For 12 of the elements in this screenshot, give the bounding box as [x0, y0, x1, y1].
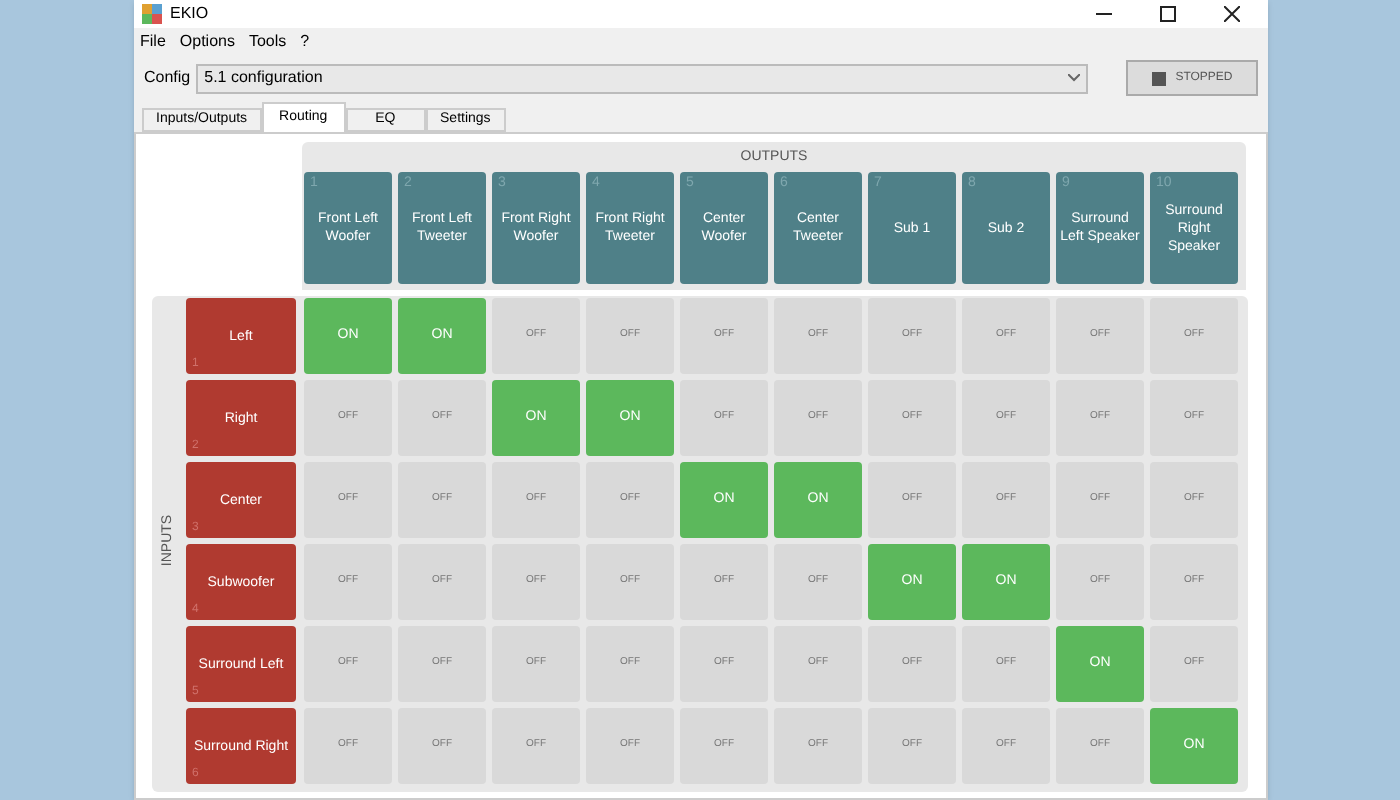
menu-item[interactable]: Tools [248, 29, 287, 53]
chevron-down-icon [1068, 74, 1081, 82]
app-logo-icon [142, 4, 162, 24]
menu-item[interactable]: File [140, 29, 166, 53]
close-icon [1224, 6, 1240, 22]
config-label: Config [144, 66, 191, 90]
stop-icon [1151, 71, 1166, 85]
menu-item[interactable]: ? [300, 29, 310, 53]
maximize-icon [1160, 6, 1176, 22]
menu-item[interactable]: Options [179, 29, 235, 53]
config-dropdown[interactable]: 5.1 configuration [196, 63, 1089, 93]
window-title: EKIO [170, 2, 209, 26]
